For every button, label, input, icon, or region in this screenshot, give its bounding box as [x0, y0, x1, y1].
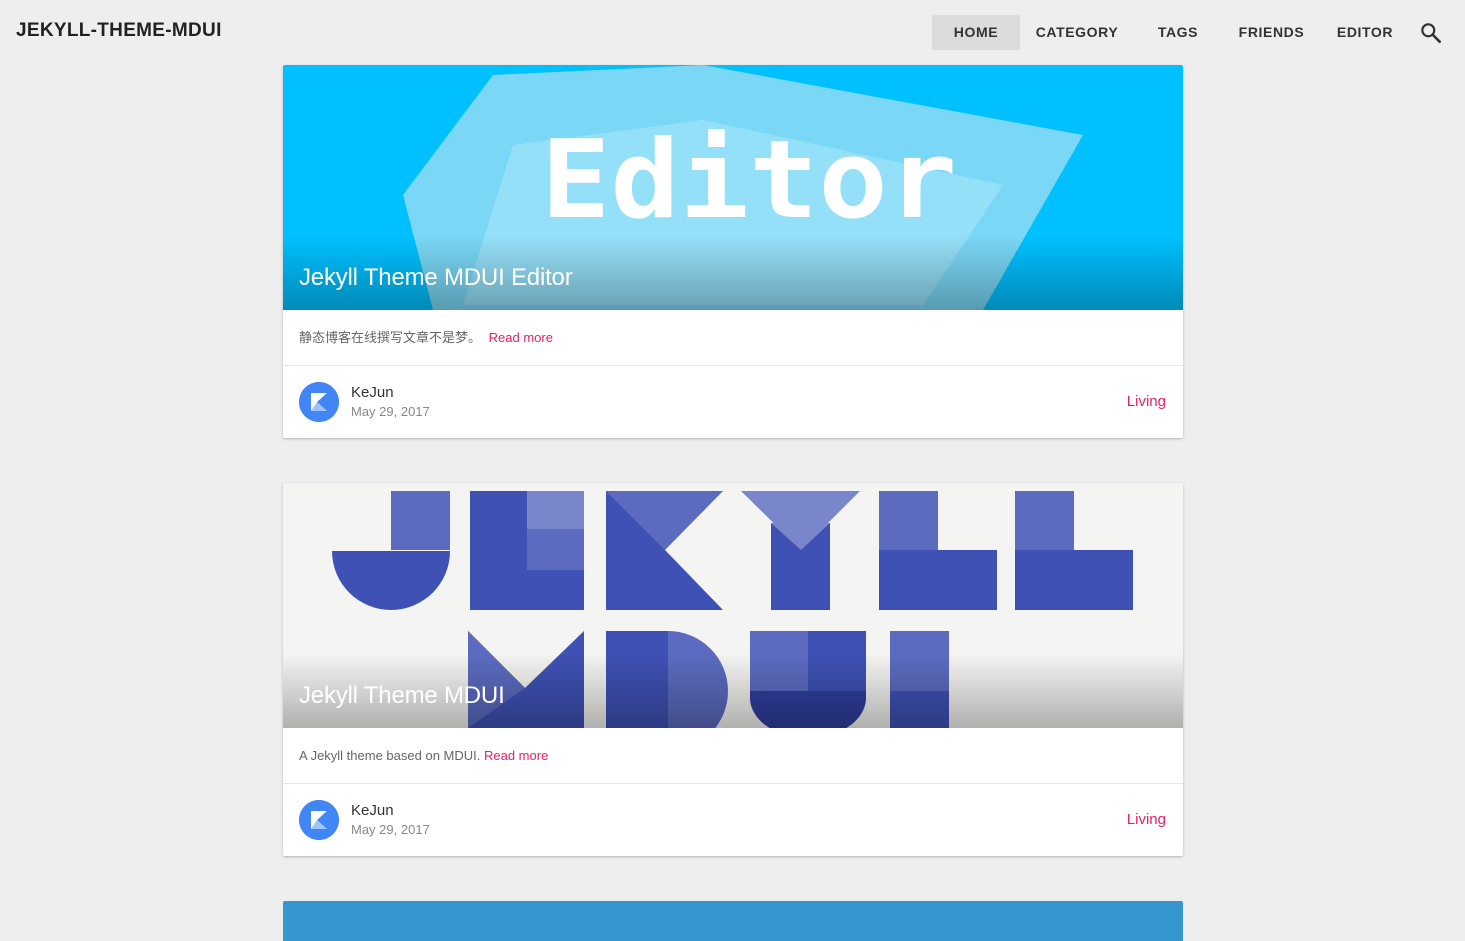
- post-card: Editor Jekyll Theme MDUI Editor 静态博客在线撰写…: [283, 65, 1183, 438]
- author-avatar[interactable]: [299, 800, 339, 840]
- nav-friends[interactable]: FRIENDS: [1230, 15, 1313, 50]
- author-name[interactable]: KeJun: [351, 384, 394, 401]
- post-cover[interactable]: Editor Jekyll Theme MDUI Editor: [283, 65, 1183, 310]
- site-title[interactable]: JEKYLL-THEME-MDUI: [16, 20, 222, 42]
- excerpt-text: 静态博客在线撰写文章不是梦。: [299, 330, 482, 345]
- post-meta: KeJun May 29, 2017 Living: [283, 784, 1183, 856]
- post-excerpt: A Jekyll theme based on MDUI. Read more: [283, 728, 1183, 784]
- read-more-link[interactable]: Read more: [484, 748, 548, 763]
- avatar-logo-icon: [299, 382, 339, 422]
- post-card-cover-partial[interactable]: [283, 901, 1183, 941]
- post-title[interactable]: Jekyll Theme MDUI: [299, 682, 505, 710]
- avatar-logo-icon: [299, 800, 339, 840]
- post-title[interactable]: Jekyll Theme MDUI Editor: [299, 264, 573, 292]
- category-link[interactable]: Living: [1127, 393, 1166, 410]
- app-bar: JEKYLL-THEME-MDUI HOME CATEGORY TAGS FRI…: [0, 0, 1465, 64]
- nav-category[interactable]: CATEGORY: [1030, 15, 1124, 50]
- author-avatar[interactable]: [299, 382, 339, 422]
- search-icon: [1421, 23, 1441, 43]
- post-date: May 29, 2017: [351, 822, 430, 837]
- post-excerpt: 静态博客在线撰写文章不是梦。 Read more: [283, 310, 1183, 366]
- post-meta: KeJun May 29, 2017 Living: [283, 366, 1183, 438]
- nav-tags[interactable]: TAGS: [1148, 15, 1208, 50]
- post-card: Jekyll Theme MDUI A Jekyll theme based o…: [283, 483, 1183, 856]
- search-button[interactable]: [1418, 20, 1444, 46]
- nav-editor[interactable]: EDITOR: [1330, 15, 1400, 50]
- author-name[interactable]: KeJun: [351, 802, 394, 819]
- excerpt-text: A Jekyll theme based on MDUI.: [299, 748, 481, 763]
- cover-editor-text: Editor: [541, 118, 957, 243]
- read-more-link[interactable]: Read more: [489, 330, 553, 345]
- post-cover[interactable]: Jekyll Theme MDUI: [283, 483, 1183, 728]
- category-link[interactable]: Living: [1127, 811, 1166, 828]
- post-date: May 29, 2017: [351, 404, 430, 419]
- nav-home[interactable]: HOME: [932, 15, 1020, 50]
